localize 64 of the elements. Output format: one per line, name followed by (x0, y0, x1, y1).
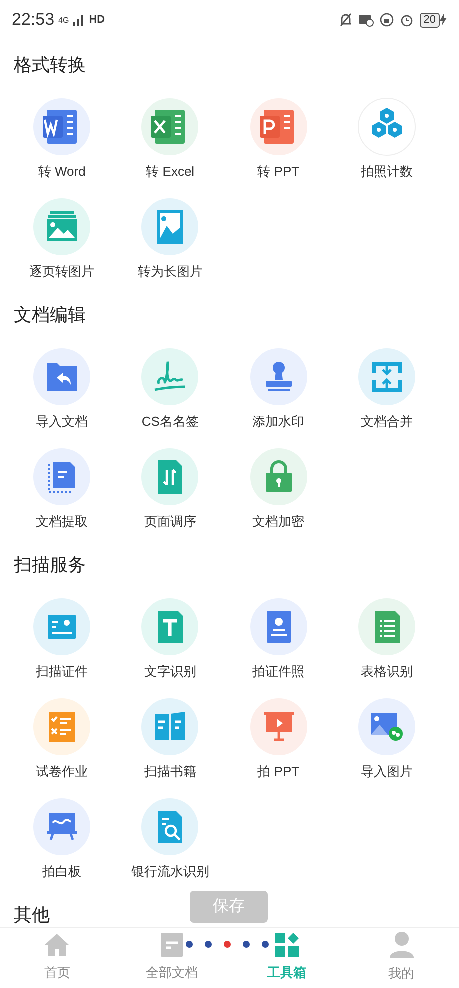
stamp-icon (250, 348, 308, 406)
tool-item[interactable]: 文档加密 (224, 440, 333, 540)
document-extract-icon (33, 448, 92, 506)
home-icon (44, 933, 70, 958)
network-type: 4G (58, 15, 70, 28)
tool-item[interactable]: 转 PPT (224, 90, 333, 190)
id-card-icon (33, 598, 92, 656)
grid-tools-icon (274, 933, 299, 958)
word-document-icon (33, 98, 92, 156)
tool-item[interactable]: CS名名签 (116, 340, 224, 440)
tool-item[interactable]: 扫描书籍 (116, 690, 224, 790)
tool-item[interactable]: 扫描证件 (8, 590, 116, 690)
text-document-icon (141, 598, 200, 656)
tool-item[interactable]: 转 Excel (116, 90, 224, 190)
clock-time: 22:53 (12, 9, 55, 32)
tool-item[interactable]: 银行流水识别 (116, 790, 224, 890)
document-icon (161, 933, 184, 958)
section-title: 文档编辑 (14, 304, 86, 326)
section-title: 其他 (14, 904, 50, 926)
tool-item[interactable]: 添加水印 (224, 340, 333, 440)
tool-item[interactable]: 逐页转图片 (8, 190, 116, 290)
tool-item[interactable]: 文档合并 (332, 340, 441, 440)
alarm-icon (400, 13, 414, 27)
tool-item[interactable]: 表格识别 (332, 590, 441, 690)
section-title: 扫描服务 (14, 554, 86, 576)
nav-tab[interactable]: 全部文档 (114, 928, 230, 988)
tool-item[interactable]: 转 Word (8, 90, 116, 190)
tool-item[interactable]: 导入文档 (8, 340, 116, 440)
signature-icon (141, 348, 200, 406)
powerpoint-document-icon (250, 98, 308, 156)
whiteboard-icon (33, 798, 92, 856)
tool-item[interactable]: 页面调序 (116, 440, 224, 540)
image-stack-icon (33, 198, 92, 256)
lock-icon (250, 448, 308, 506)
image-import-icon (358, 698, 416, 756)
tool-item[interactable]: 导入图片 (332, 690, 441, 790)
tool-item[interactable]: 试卷作业 (8, 690, 116, 790)
nav-tab[interactable]: 首页 (0, 928, 115, 988)
checklist-icon (33, 698, 92, 756)
bell-muted-icon (338, 13, 353, 27)
tool-item[interactable]: 拍证件照 (224, 590, 333, 690)
reorder-pages-icon (141, 448, 200, 506)
tool-item[interactable]: 文档提取 (8, 440, 116, 540)
hd-label: HD (89, 12, 106, 28)
projector-screen-icon (250, 698, 308, 756)
portrait-card-icon (250, 598, 308, 656)
hexagons-icon (358, 98, 416, 156)
signal-icon (73, 14, 86, 26)
folder-return-icon (33, 348, 92, 406)
spreadsheet-icon (358, 598, 416, 656)
document-search-icon (141, 798, 200, 856)
person-icon (390, 932, 414, 958)
open-book-icon (141, 698, 200, 756)
long-image-icon (141, 198, 200, 256)
tool-item[interactable]: 文字识别 (116, 590, 224, 690)
tool-item[interactable]: 转为长图片 (116, 190, 224, 290)
excel-document-icon (141, 98, 200, 156)
tool-item[interactable]: 拍 PPT (224, 690, 333, 790)
tool-item[interactable]: 拍白板 (8, 790, 116, 890)
section-title: 格式转换 (14, 54, 86, 76)
tool-item[interactable]: 拍照计数 (332, 90, 441, 190)
battery-level: 20 (420, 12, 440, 28)
nav-tab[interactable]: 我的 (344, 928, 459, 988)
merge-icon (358, 348, 416, 406)
